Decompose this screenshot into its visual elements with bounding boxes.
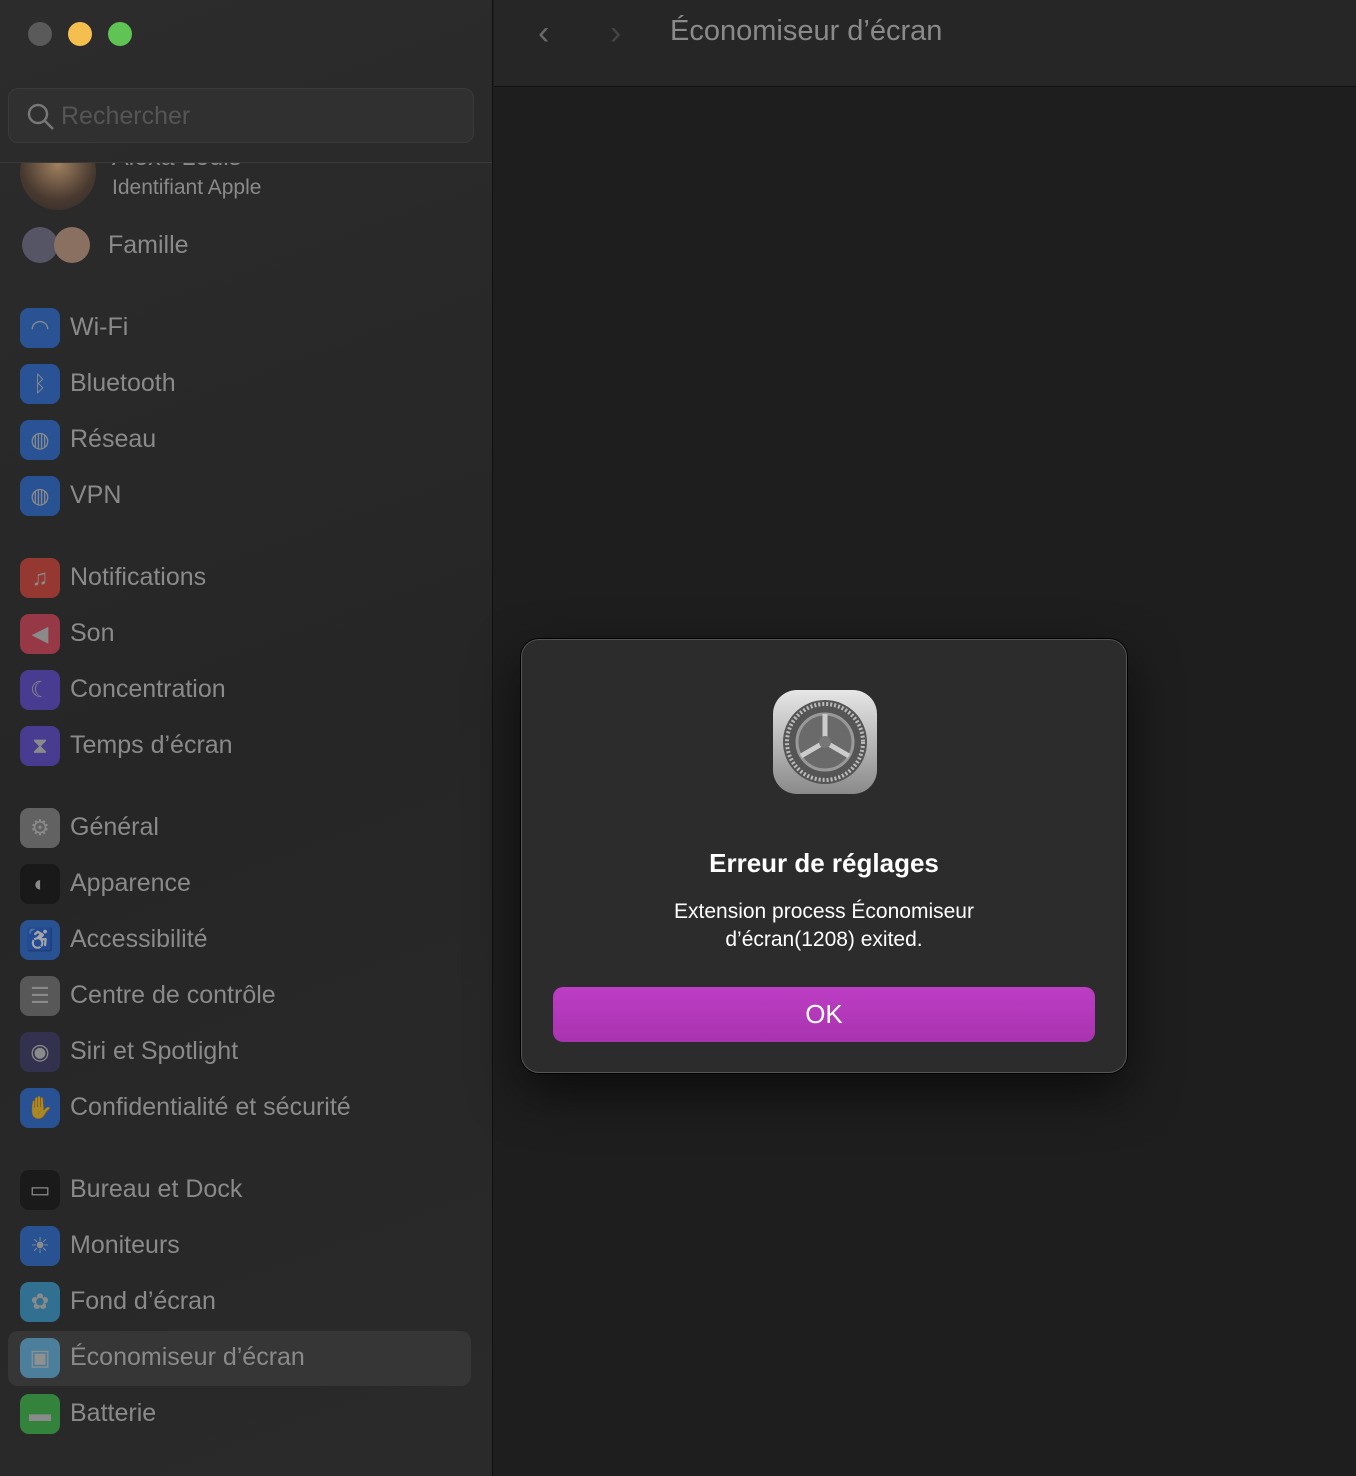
system-settings-gear-icon	[773, 690, 877, 794]
search-icon	[27, 103, 54, 130]
sidebar-item-wifi[interactable]: ◠ Wi-Fi	[8, 301, 471, 356]
globe-icon: ◍	[20, 420, 60, 460]
moon-icon: ☾	[20, 670, 60, 710]
sidebar-item-siri[interactable]: ◉ Siri et Spotlight	[8, 1025, 471, 1080]
ok-button[interactable]: OK	[553, 987, 1095, 1042]
sidebar-list[interactable]: Alexa Louis Identifiant Apple Famille ◠ W…	[0, 163, 492, 1476]
sidebar-item-vpn-globe[interactable]: ◍ VPN	[8, 469, 471, 524]
sidebar-item-label: Concentration	[70, 675, 226, 703]
appearance-icon: ◐	[20, 864, 60, 904]
back-chevron-icon[interactable]: ‹	[538, 14, 549, 53]
sidebar-item-sun[interactable]: ☀ Moniteurs	[8, 1219, 471, 1274]
hand-icon: ✋	[20, 1088, 60, 1128]
dock-icon: ▭	[20, 1170, 60, 1210]
accessibility-icon: ♿	[20, 920, 60, 960]
sidebar-item-speaker[interactable]: ◀ Son	[8, 607, 471, 662]
sidebar-item-dock[interactable]: ▭ Bureau et Dock	[8, 1163, 471, 1218]
account-name[interactable]: Alexa Louis	[112, 163, 241, 172]
sidebar-item-label: Apparence	[70, 869, 191, 897]
wifi-icon: ◠	[20, 308, 60, 348]
hourglass-icon: ⧗	[20, 726, 60, 766]
screensaver-icon: ▣	[20, 1338, 60, 1378]
toolbar: ‹ › Économiseur d’écran	[494, 0, 1356, 87]
search-placeholder: Rechercher	[61, 102, 191, 130]
dialog-message: Extension process Économiseur d’écran(12…	[674, 900, 974, 951]
sidebar-item-globe[interactable]: ◍ Réseau	[8, 413, 471, 468]
bell-icon: ♫	[20, 558, 60, 598]
sidebar-item-label: VPN	[70, 481, 122, 509]
minimize-button[interactable]	[68, 22, 92, 46]
account-subtitle[interactable]: Identifiant Apple	[112, 176, 261, 200]
bluetooth-icon: ᛒ	[20, 364, 60, 404]
sidebar-item-label: Économiseur d’écran	[70, 1343, 305, 1371]
speaker-icon: ◀	[20, 614, 60, 654]
zoom-button[interactable]	[108, 22, 132, 46]
sidebar-item-label: Son	[70, 619, 115, 647]
sidebar: Rechercher Alexa Louis Identifiant Apple…	[0, 0, 493, 1476]
sidebar-item-label: Fond d’écran	[70, 1287, 216, 1315]
forward-chevron-icon[interactable]: ›	[610, 14, 621, 53]
battery-icon: ▬	[20, 1394, 60, 1434]
sidebar-item-toggles[interactable]: ☰ Centre de contrôle	[8, 969, 471, 1024]
sidebar-item-moon[interactable]: ☾ Concentration	[8, 663, 471, 718]
family-avatar	[54, 227, 90, 263]
sidebar-item-label: Réseau	[70, 425, 157, 453]
sidebar-item-famille[interactable]: Famille	[108, 231, 189, 260]
gear-icon: ⚙	[20, 808, 60, 848]
sun-icon: ☀	[20, 1226, 60, 1266]
sidebar-item-label: Bureau et Dock	[70, 1175, 243, 1203]
siri-icon: ◉	[20, 1032, 60, 1072]
sidebar-item-label: Général	[70, 813, 159, 841]
sidebar-item-hourglass[interactable]: ⧗ Temps d’écran	[8, 719, 471, 774]
avatar[interactable]	[20, 163, 96, 210]
family-avatar	[22, 227, 58, 263]
sidebar-item-label: Accessibilité	[70, 925, 208, 953]
sidebar-item-label: Temps d’écran	[70, 731, 233, 759]
sidebar-item-appearance[interactable]: ◐ Apparence	[8, 857, 471, 912]
sidebar-item-label: Moniteurs	[70, 1231, 180, 1259]
sidebar-item-battery[interactable]: ▬ Batterie	[8, 1387, 471, 1442]
error-dialog: Erreur de réglages Extension process Éco…	[521, 639, 1127, 1073]
page-title: Économiseur d’écran	[670, 15, 943, 47]
sidebar-item-label: Confidentialité et sécurité	[70, 1093, 351, 1121]
sidebar-item-hand[interactable]: ✋ Confidentialité et sécurité	[8, 1081, 471, 1136]
sidebar-item-label: Centre de contrôle	[70, 981, 276, 1009]
search-input[interactable]: Rechercher	[8, 88, 474, 143]
sidebar-item-screensaver[interactable]: ▣ Économiseur d’écran	[8, 1331, 471, 1386]
sidebar-item-label: Notifications	[70, 563, 207, 591]
sidebar-item-flower[interactable]: ✿ Fond d’écran	[8, 1275, 471, 1330]
sidebar-item-accessibility[interactable]: ♿ Accessibilité	[8, 913, 471, 968]
sidebar-item-label: Wi-Fi	[70, 313, 129, 341]
sidebar-item-bell[interactable]: ♫ Notifications	[8, 551, 471, 606]
close-button[interactable]	[28, 22, 52, 46]
sidebar-item-label: Bluetooth	[70, 369, 176, 397]
sidebar-item-label: Siri et Spotlight	[70, 1037, 239, 1065]
sidebar-item-label: Batterie	[70, 1399, 157, 1427]
dialog-title: Erreur de réglages	[709, 848, 939, 878]
toggles-icon: ☰	[20, 976, 60, 1016]
flower-icon: ✿	[20, 1282, 60, 1322]
sidebar-item-bluetooth[interactable]: ᛒ Bluetooth	[8, 357, 471, 412]
sidebar-item-gear[interactable]: ⚙ Général	[8, 801, 471, 856]
vpn-globe-icon: ◍	[20, 476, 60, 516]
